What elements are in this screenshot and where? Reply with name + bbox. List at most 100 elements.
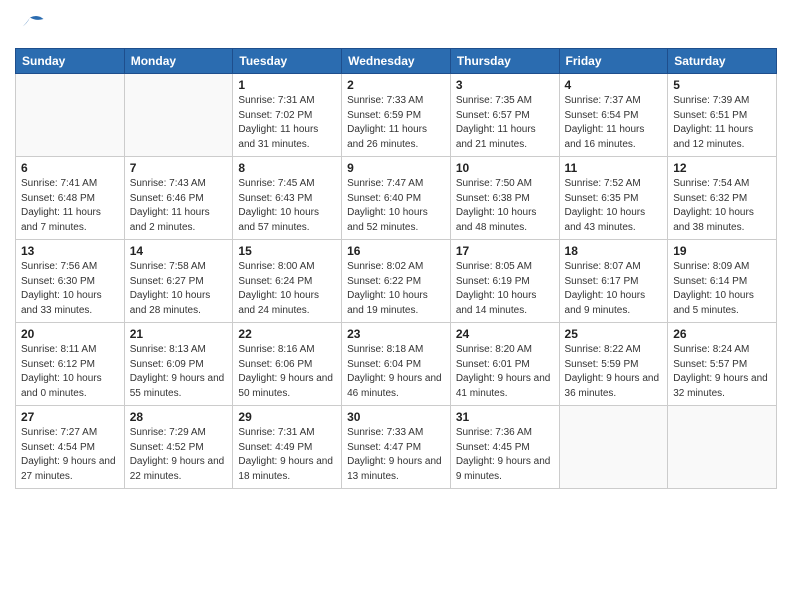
weekday-header-wednesday: Wednesday — [342, 49, 451, 74]
sunrise-value: 8:24 AM — [713, 344, 750, 355]
day-cell: 4 Sunrise: 7:37 AM Sunset: 6:54 PM Dayli… — [559, 74, 668, 157]
sunrise-label: Sunrise: — [347, 427, 386, 438]
weekday-row: SundayMondayTuesdayWednesdayThursdayFrid… — [16, 49, 777, 74]
day-number: 9 — [347, 161, 445, 175]
weekday-header-friday: Friday — [559, 49, 668, 74]
sunset-label: Sunset: — [456, 276, 493, 287]
sunrise-label: Sunrise: — [238, 95, 277, 106]
sunrise-value: 7:31 AM — [278, 427, 315, 438]
calendar-header: SundayMondayTuesdayWednesdayThursdayFrid… — [16, 49, 777, 74]
day-cell — [668, 406, 777, 489]
sunset-label: Sunset: — [130, 193, 167, 204]
sunset-value: 5:57 PM — [710, 359, 747, 370]
sunset-value: 6:51 PM — [710, 110, 747, 121]
daylight-label: Daylight: — [347, 456, 389, 467]
day-number: 14 — [130, 244, 228, 258]
sunset-value: 6:59 PM — [384, 110, 421, 121]
day-cell: 28 Sunrise: 7:29 AM Sunset: 4:52 PM Dayl… — [124, 406, 233, 489]
daylight-label: Daylight: — [673, 207, 715, 218]
day-number: 25 — [565, 327, 663, 341]
daylight-label: Daylight: — [238, 207, 280, 218]
day-cell: 22 Sunrise: 8:16 AM Sunset: 6:06 PM Dayl… — [233, 323, 342, 406]
day-info: Sunrise: 7:36 AM Sunset: 4:45 PM Dayligh… — [456, 426, 554, 484]
day-cell: 19 Sunrise: 8:09 AM Sunset: 6:14 PM Dayl… — [668, 240, 777, 323]
day-number: 8 — [238, 161, 336, 175]
sunset-value: 6:35 PM — [601, 193, 638, 204]
day-cell: 31 Sunrise: 7:36 AM Sunset: 4:45 PM Dayl… — [450, 406, 559, 489]
day-number: 24 — [456, 327, 554, 341]
sunrise-value: 8:13 AM — [169, 344, 206, 355]
day-number: 27 — [21, 410, 119, 424]
sunrise-label: Sunrise: — [130, 178, 169, 189]
sunrise-label: Sunrise: — [130, 261, 169, 272]
sunrise-label: Sunrise: — [673, 95, 712, 106]
sunrise-label: Sunrise: — [565, 261, 604, 272]
sunrise-value: 8:02 AM — [387, 261, 424, 272]
day-info: Sunrise: 8:13 AM Sunset: 6:09 PM Dayligh… — [130, 343, 228, 401]
sunrise-label: Sunrise: — [21, 344, 60, 355]
sunrise-label: Sunrise: — [673, 261, 712, 272]
sunrise-value: 7:35 AM — [495, 95, 532, 106]
sunset-value: 4:47 PM — [384, 442, 421, 453]
sunrise-label: Sunrise: — [456, 261, 495, 272]
day-info: Sunrise: 8:20 AM Sunset: 6:01 PM Dayligh… — [456, 343, 554, 401]
sunset-value: 6:38 PM — [493, 193, 530, 204]
sunrise-label: Sunrise: — [347, 178, 386, 189]
day-cell — [559, 406, 668, 489]
sunset-value: 6:22 PM — [384, 276, 421, 287]
week-row-4: 20 Sunrise: 8:11 AM Sunset: 6:12 PM Dayl… — [16, 323, 777, 406]
week-row-5: 27 Sunrise: 7:27 AM Sunset: 4:54 PM Dayl… — [16, 406, 777, 489]
sunrise-value: 7:54 AM — [713, 178, 750, 189]
sunrise-value: 8:22 AM — [604, 344, 641, 355]
day-number: 22 — [238, 327, 336, 341]
sunset-value: 6:54 PM — [601, 110, 638, 121]
day-info: Sunrise: 7:31 AM Sunset: 7:02 PM Dayligh… — [238, 94, 336, 152]
week-row-3: 13 Sunrise: 7:56 AM Sunset: 6:30 PM Dayl… — [16, 240, 777, 323]
day-cell: 21 Sunrise: 8:13 AM Sunset: 6:09 PM Dayl… — [124, 323, 233, 406]
sunset-label: Sunset: — [347, 276, 384, 287]
day-number: 2 — [347, 78, 445, 92]
day-cell: 27 Sunrise: 7:27 AM Sunset: 4:54 PM Dayl… — [16, 406, 125, 489]
day-cell: 6 Sunrise: 7:41 AM Sunset: 6:48 PM Dayli… — [16, 157, 125, 240]
day-cell: 13 Sunrise: 7:56 AM Sunset: 6:30 PM Dayl… — [16, 240, 125, 323]
header — [15, 10, 777, 40]
sunset-label: Sunset: — [673, 110, 710, 121]
daylight-label: Daylight: — [130, 290, 172, 301]
sunrise-label: Sunrise: — [347, 261, 386, 272]
daylight-label: Daylight: — [21, 290, 63, 301]
daylight-label: Daylight: — [456, 456, 498, 467]
sunrise-label: Sunrise: — [565, 178, 604, 189]
day-cell — [16, 74, 125, 157]
sunrise-label: Sunrise: — [130, 344, 169, 355]
sunrise-value: 8:11 AM — [60, 344, 96, 355]
sunset-label: Sunset: — [21, 442, 58, 453]
sunset-value: 6:46 PM — [166, 193, 203, 204]
day-cell: 8 Sunrise: 7:45 AM Sunset: 6:43 PM Dayli… — [233, 157, 342, 240]
daylight-label: Daylight: — [456, 290, 498, 301]
day-info: Sunrise: 8:09 AM Sunset: 6:14 PM Dayligh… — [673, 260, 771, 318]
week-row-2: 6 Sunrise: 7:41 AM Sunset: 6:48 PM Dayli… — [16, 157, 777, 240]
sunrise-value: 8:18 AM — [387, 344, 424, 355]
daylight-label: Daylight: — [347, 207, 389, 218]
daylight-label: Daylight: — [347, 373, 389, 384]
sunset-value: 6:06 PM — [275, 359, 312, 370]
sunrise-value: 7:56 AM — [60, 261, 97, 272]
sunset-value: 6:40 PM — [384, 193, 421, 204]
sunrise-value: 8:09 AM — [713, 261, 750, 272]
day-number: 23 — [347, 327, 445, 341]
day-info: Sunrise: 7:37 AM Sunset: 6:54 PM Dayligh… — [565, 94, 663, 152]
sunrise-label: Sunrise: — [238, 427, 277, 438]
sunrise-value: 8:20 AM — [495, 344, 532, 355]
daylight-label: Daylight: — [347, 290, 389, 301]
sunset-label: Sunset: — [238, 110, 275, 121]
day-cell: 3 Sunrise: 7:35 AM Sunset: 6:57 PM Dayli… — [450, 74, 559, 157]
sunrise-label: Sunrise: — [21, 261, 60, 272]
sunset-value: 6:01 PM — [493, 359, 530, 370]
sunset-value: 6:43 PM — [275, 193, 312, 204]
day-cell: 12 Sunrise: 7:54 AM Sunset: 6:32 PM Dayl… — [668, 157, 777, 240]
sunset-label: Sunset: — [565, 359, 602, 370]
sunrise-value: 7:33 AM — [387, 95, 424, 106]
day-cell: 1 Sunrise: 7:31 AM Sunset: 7:02 PM Dayli… — [233, 74, 342, 157]
day-number: 30 — [347, 410, 445, 424]
weekday-header-thursday: Thursday — [450, 49, 559, 74]
